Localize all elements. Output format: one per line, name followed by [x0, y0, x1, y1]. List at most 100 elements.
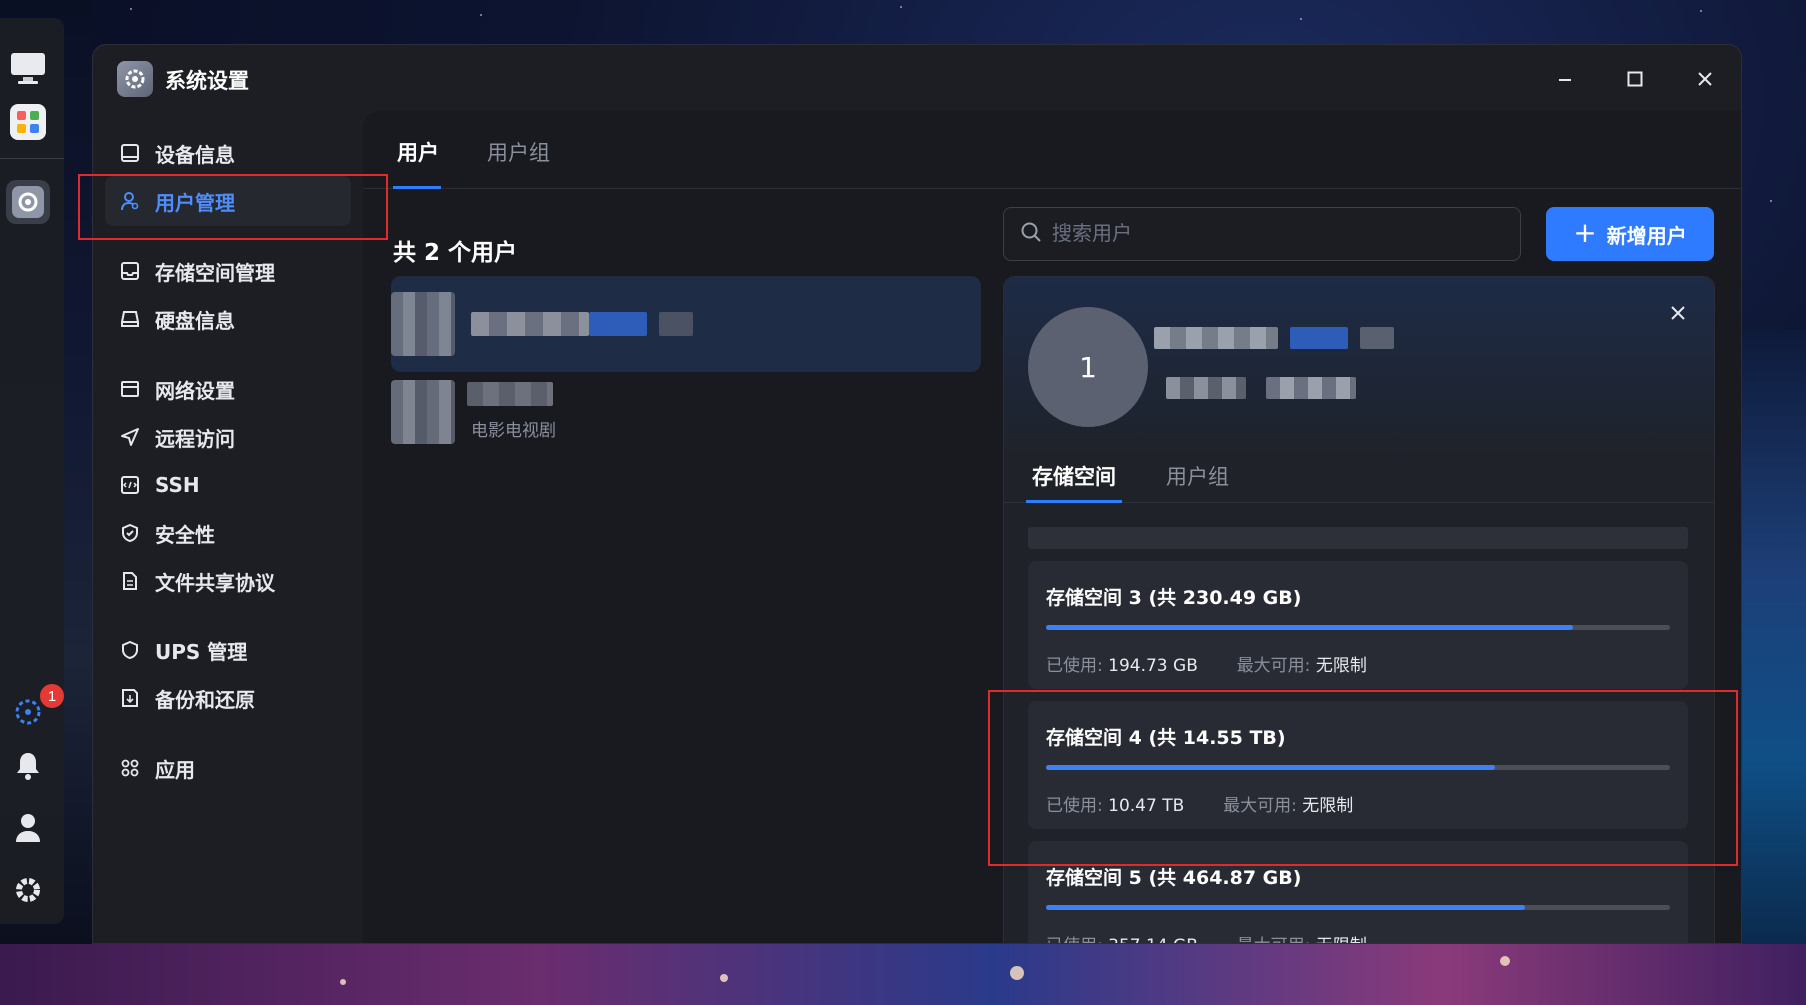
storage-usage-fill	[1046, 905, 1526, 910]
storage-meta: 已使用: 357.14 GB 最大可用: 无限制	[1046, 931, 1367, 943]
minimize-icon[interactable]	[1547, 61, 1583, 97]
sidebar-item-label: 远程访问	[155, 426, 235, 451]
sidebar-item-file-sharing[interactable]: 文件共享协议	[105, 556, 351, 606]
disk-icon	[119, 308, 141, 330]
file-icon	[119, 570, 141, 592]
blurred-username	[1154, 327, 1278, 349]
sidebar-item-label: 硬盘信息	[155, 308, 235, 333]
search-input[interactable]	[1052, 222, 1492, 246]
wallpaper-bottom	[0, 944, 1806, 1005]
network-icon	[119, 378, 141, 400]
app-center-icon[interactable]	[6, 100, 50, 144]
maximize-icon[interactable]	[1617, 61, 1653, 97]
wallpaper-right	[1740, 330, 1806, 944]
sidebar-item-storage[interactable]: 存储空间管理	[105, 246, 351, 296]
max-label: 最大可用:	[1236, 656, 1311, 676]
blurred-info	[1266, 377, 1356, 399]
desktop-icon[interactable]	[6, 46, 50, 90]
device-icon	[119, 142, 141, 164]
tab-storage[interactable]: 存储空间	[1032, 461, 1116, 491]
search-icon	[1020, 221, 1042, 247]
annotation-highlight-box	[988, 690, 1738, 866]
avatar	[391, 380, 455, 444]
notification-icon[interactable]	[6, 744, 50, 788]
tab-user-groups[interactable]: 用户组	[487, 137, 550, 167]
sidebar-item-network[interactable]: 网络设置	[105, 364, 351, 414]
blurred-username	[471, 312, 589, 336]
tab-active-indicator	[393, 186, 441, 189]
used-label: 已使用:	[1046, 936, 1103, 943]
sidebar-item-ssh[interactable]: SSH	[105, 460, 351, 510]
backup-icon	[119, 687, 141, 709]
storage-card: 存储空间 3 (共 230.49 GB) 已使用: 194.73 GB 最大可用…	[1028, 561, 1688, 689]
user-subtitle: 电影电视剧	[471, 421, 556, 441]
user-icon[interactable]	[6, 806, 50, 850]
sidebar-item-remote-access[interactable]: 远程访问	[105, 412, 351, 462]
blurred-role	[1360, 327, 1394, 349]
user-list-item[interactable]: 电影电视剧	[391, 376, 981, 472]
tab-users[interactable]: 用户	[397, 137, 439, 167]
sidebar-item-security[interactable]: 安全性	[105, 508, 351, 558]
left-dock: 1	[0, 18, 64, 924]
max-value: 无限制	[1316, 936, 1367, 943]
sidebar-item-label: 网络设置	[155, 378, 235, 403]
shield-icon	[119, 639, 141, 661]
sidebar-item-ups[interactable]: UPS 管理	[105, 625, 351, 675]
blurred-tag	[1290, 327, 1348, 349]
used-label: 已使用:	[1046, 656, 1103, 676]
search-box[interactable]	[1003, 207, 1521, 261]
storage-icon	[119, 260, 141, 282]
add-user-button[interactable]: + 新增用户	[1546, 207, 1714, 261]
sidebar-item-label: 应用	[155, 757, 195, 782]
blurred-username	[467, 382, 553, 406]
blurred-info	[1166, 377, 1246, 399]
detail-tabs: 存储空间 用户组	[1004, 447, 1714, 503]
storage-usage-bar	[1046, 905, 1670, 910]
max-value: 无限制	[1315, 656, 1367, 676]
window-title: 系统设置	[165, 69, 249, 93]
tab-user-groups[interactable]: 用户组	[1166, 461, 1229, 491]
sidebar-item-label: UPS 管理	[155, 639, 248, 664]
sidebar-item-label: 存储空间管理	[155, 260, 275, 285]
send-icon	[119, 426, 141, 448]
storage-meta: 已使用: 194.73 GB 最大可用: 无限制	[1046, 651, 1367, 676]
used-value: 194.73 GB	[1108, 656, 1198, 676]
sidebar-item-label: 备份和还原	[155, 687, 255, 712]
sidebar-item-device-info[interactable]: 设备信息	[105, 128, 351, 178]
blurred-role	[659, 312, 693, 336]
sidebar-item-disk-info[interactable]: 硬盘信息	[105, 294, 351, 344]
storage-usage-fill	[1046, 625, 1574, 630]
terminal-icon	[119, 474, 141, 496]
sidebar-item-label: 安全性	[155, 522, 215, 547]
tab-active-indicator	[1026, 500, 1122, 503]
apps-icon	[119, 757, 141, 779]
sidebar-item-label: 文件共享协议	[155, 570, 275, 595]
settings-app-icon	[117, 61, 153, 97]
used-value: 357.14 GB	[1108, 936, 1198, 943]
max-label: 最大可用:	[1237, 936, 1311, 943]
storage-title: 存储空间 3 (共 230.49 GB)	[1046, 587, 1302, 609]
close-icon[interactable]	[1670, 299, 1686, 327]
avatar	[391, 292, 455, 356]
user-list-item[interactable]	[391, 276, 981, 372]
storage-strip	[1028, 527, 1688, 549]
sidebar-item-apps[interactable]: 应用	[105, 743, 351, 793]
blurred-tag	[589, 312, 647, 336]
main-tabs: 用户 用户组	[363, 111, 1741, 189]
sidebar-item-backup[interactable]: 备份和还原	[105, 673, 351, 723]
storage-title: 存储空间 5 (共 464.87 GB)	[1046, 867, 1302, 889]
close-icon[interactable]	[1687, 61, 1723, 97]
shield-check-icon	[119, 522, 141, 544]
avatar: 1	[1028, 307, 1148, 427]
gear-icon[interactable]	[6, 868, 50, 912]
storage-usage-bar	[1046, 625, 1670, 630]
user-count-title: 共 2 个用户	[393, 240, 518, 266]
plus-icon: +	[1573, 216, 1597, 249]
sidebar-item-label: 设备信息	[155, 142, 235, 167]
system-settings-icon[interactable]	[6, 180, 50, 224]
title-bar: 系统设置	[93, 45, 1741, 111]
annotation-highlight-box	[78, 174, 388, 240]
notification-badge: 1	[40, 684, 64, 708]
add-user-label: 新增用户	[1606, 223, 1687, 248]
sidebar-item-label: SSH	[155, 473, 200, 497]
